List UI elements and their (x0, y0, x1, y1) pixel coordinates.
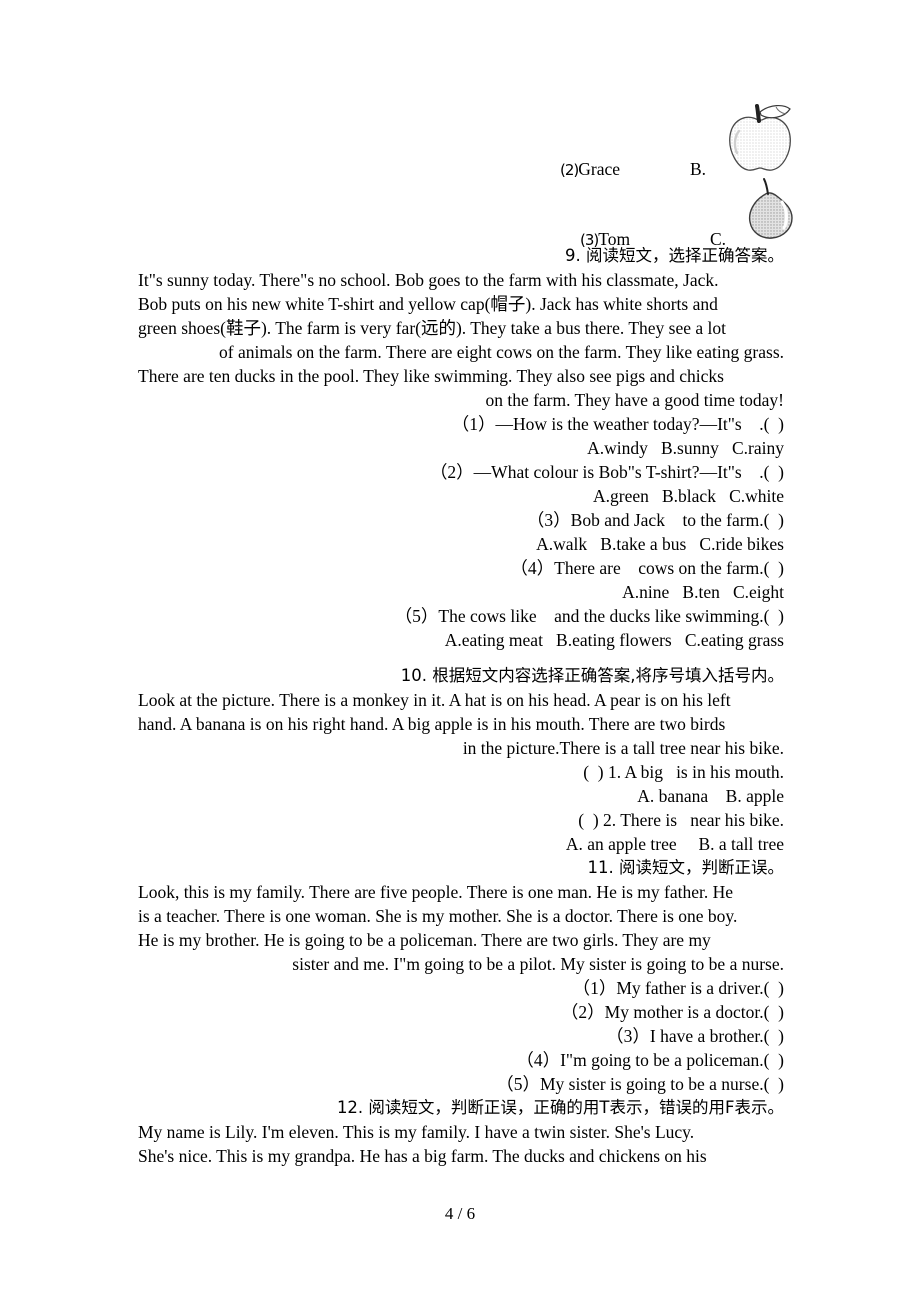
page-number: 4 / 6 (444, 1204, 476, 1223)
apple-illustration (716, 100, 802, 174)
question-options: A.green B.black C.white (593, 486, 784, 506)
question-stem: （5）The cows like and the ducks like swim… (394, 606, 784, 626)
question-options: A.windy B.sunny C.rainy (587, 438, 784, 458)
passage-line: There are ten ducks in the pool. They li… (138, 366, 724, 386)
exercise-heading: 10. 根据短文内容选择正确答案,将序号填入括号内。 (400, 666, 784, 685)
exercise-heading: 12. 阅读短文，判断正误，正确的用T表示，错误的用F表示。 (336, 1098, 784, 1117)
question-options: A.walk B.take a bus C.ride bikes (536, 534, 784, 554)
pear-illustration (734, 176, 804, 242)
passage-line: is a teacher. There is one woman. She is… (138, 906, 738, 926)
passage-line: green shoes(鞋子). The farm is very far(远的… (138, 318, 726, 338)
matching-block: (2)Grace B. (3)Tom C. (138, 96, 793, 249)
passage-line: She's nice. This is my grandpa. He has a… (138, 1146, 707, 1166)
exercise-heading: 11. 阅读短文，判断正误。 (587, 858, 785, 877)
question-stem: （4）There are cows on the farm.( ) (510, 558, 784, 578)
passage-line: in the picture.There is a tall tree near… (462, 738, 784, 758)
question-stem: （2）My mother is a doctor.( ) (560, 1002, 784, 1022)
passage-line: of animals on the farm. There are eight … (219, 342, 784, 362)
question-stem: （3）I have a brother.( ) (606, 1026, 784, 1046)
passage-line: My name is Lily. I'm eleven. This is my … (138, 1122, 695, 1142)
passage-line: Look at the picture. There is a monkey i… (138, 690, 731, 710)
passage-line: on the farm. They have a good time today… (485, 390, 784, 410)
exercise-12: 12. 阅读短文，判断正误，正确的用T表示，错误的用F表示。 My name i… (138, 1096, 784, 1168)
question-options: A.eating meat B.eating flowers C.eating … (444, 630, 784, 650)
question-stem: （1）—How is the weather today?—It"s .( ) (451, 414, 784, 434)
question-stem: （2）—What colour is Bob"s T-shirt?—It"s .… (429, 462, 784, 482)
question-stem: （4）I"m going to be a policeman.( ) (516, 1050, 784, 1070)
matching-row-grace: (2)Grace B. (138, 96, 791, 179)
exercise-9: 9. 阅读短文，选择正确答案。 It"s sunny today. There"… (138, 244, 784, 652)
question-stem: ( ) 2. There is near his bike. (578, 810, 784, 830)
passage-line: Bob puts on his new white T-shirt and ye… (138, 294, 718, 314)
question-options: A. banana B. apple (637, 786, 784, 806)
question-stem: （3）Bob and Jack to the farm.( ) (526, 510, 784, 530)
passage-line: It"s sunny today. There"s no school. Bob… (138, 270, 719, 290)
exercise-11: 11. 阅读短文，判断正误。 Look, this is my family. … (138, 856, 784, 1096)
passage-line: sister and me. I"m going to be a pilot. … (292, 954, 784, 974)
passage-line: hand. A banana is on his right hand. A b… (138, 714, 726, 734)
question-options: A.nine B.ten C.eight (622, 582, 784, 602)
exercise-10: 10. 根据短文内容选择正确答案,将序号填入括号内。 Look at the p… (138, 664, 784, 856)
question-options: A. an apple tree B. a tall tree (565, 834, 784, 854)
worksheet-page: (2)Grace B. (3)Tom C. 9. 阅读短文，选择正确答案。 It… (0, 0, 920, 1302)
question-stem: （5）My sister is going to be a nurse.( ) (496, 1074, 784, 1094)
matching-row-tom: (3)Tom C. (138, 166, 793, 249)
question-stem: （1）My father is a driver.( ) (572, 978, 784, 998)
question-stem: ( ) 1. A big is in his mouth. (583, 762, 784, 782)
passage-line: He is my brother. He is going to be a po… (138, 930, 711, 950)
exercise-heading: 9. 阅读短文，选择正确答案。 (565, 246, 784, 265)
passage-line: Look, this is my family. There are five … (138, 882, 733, 902)
